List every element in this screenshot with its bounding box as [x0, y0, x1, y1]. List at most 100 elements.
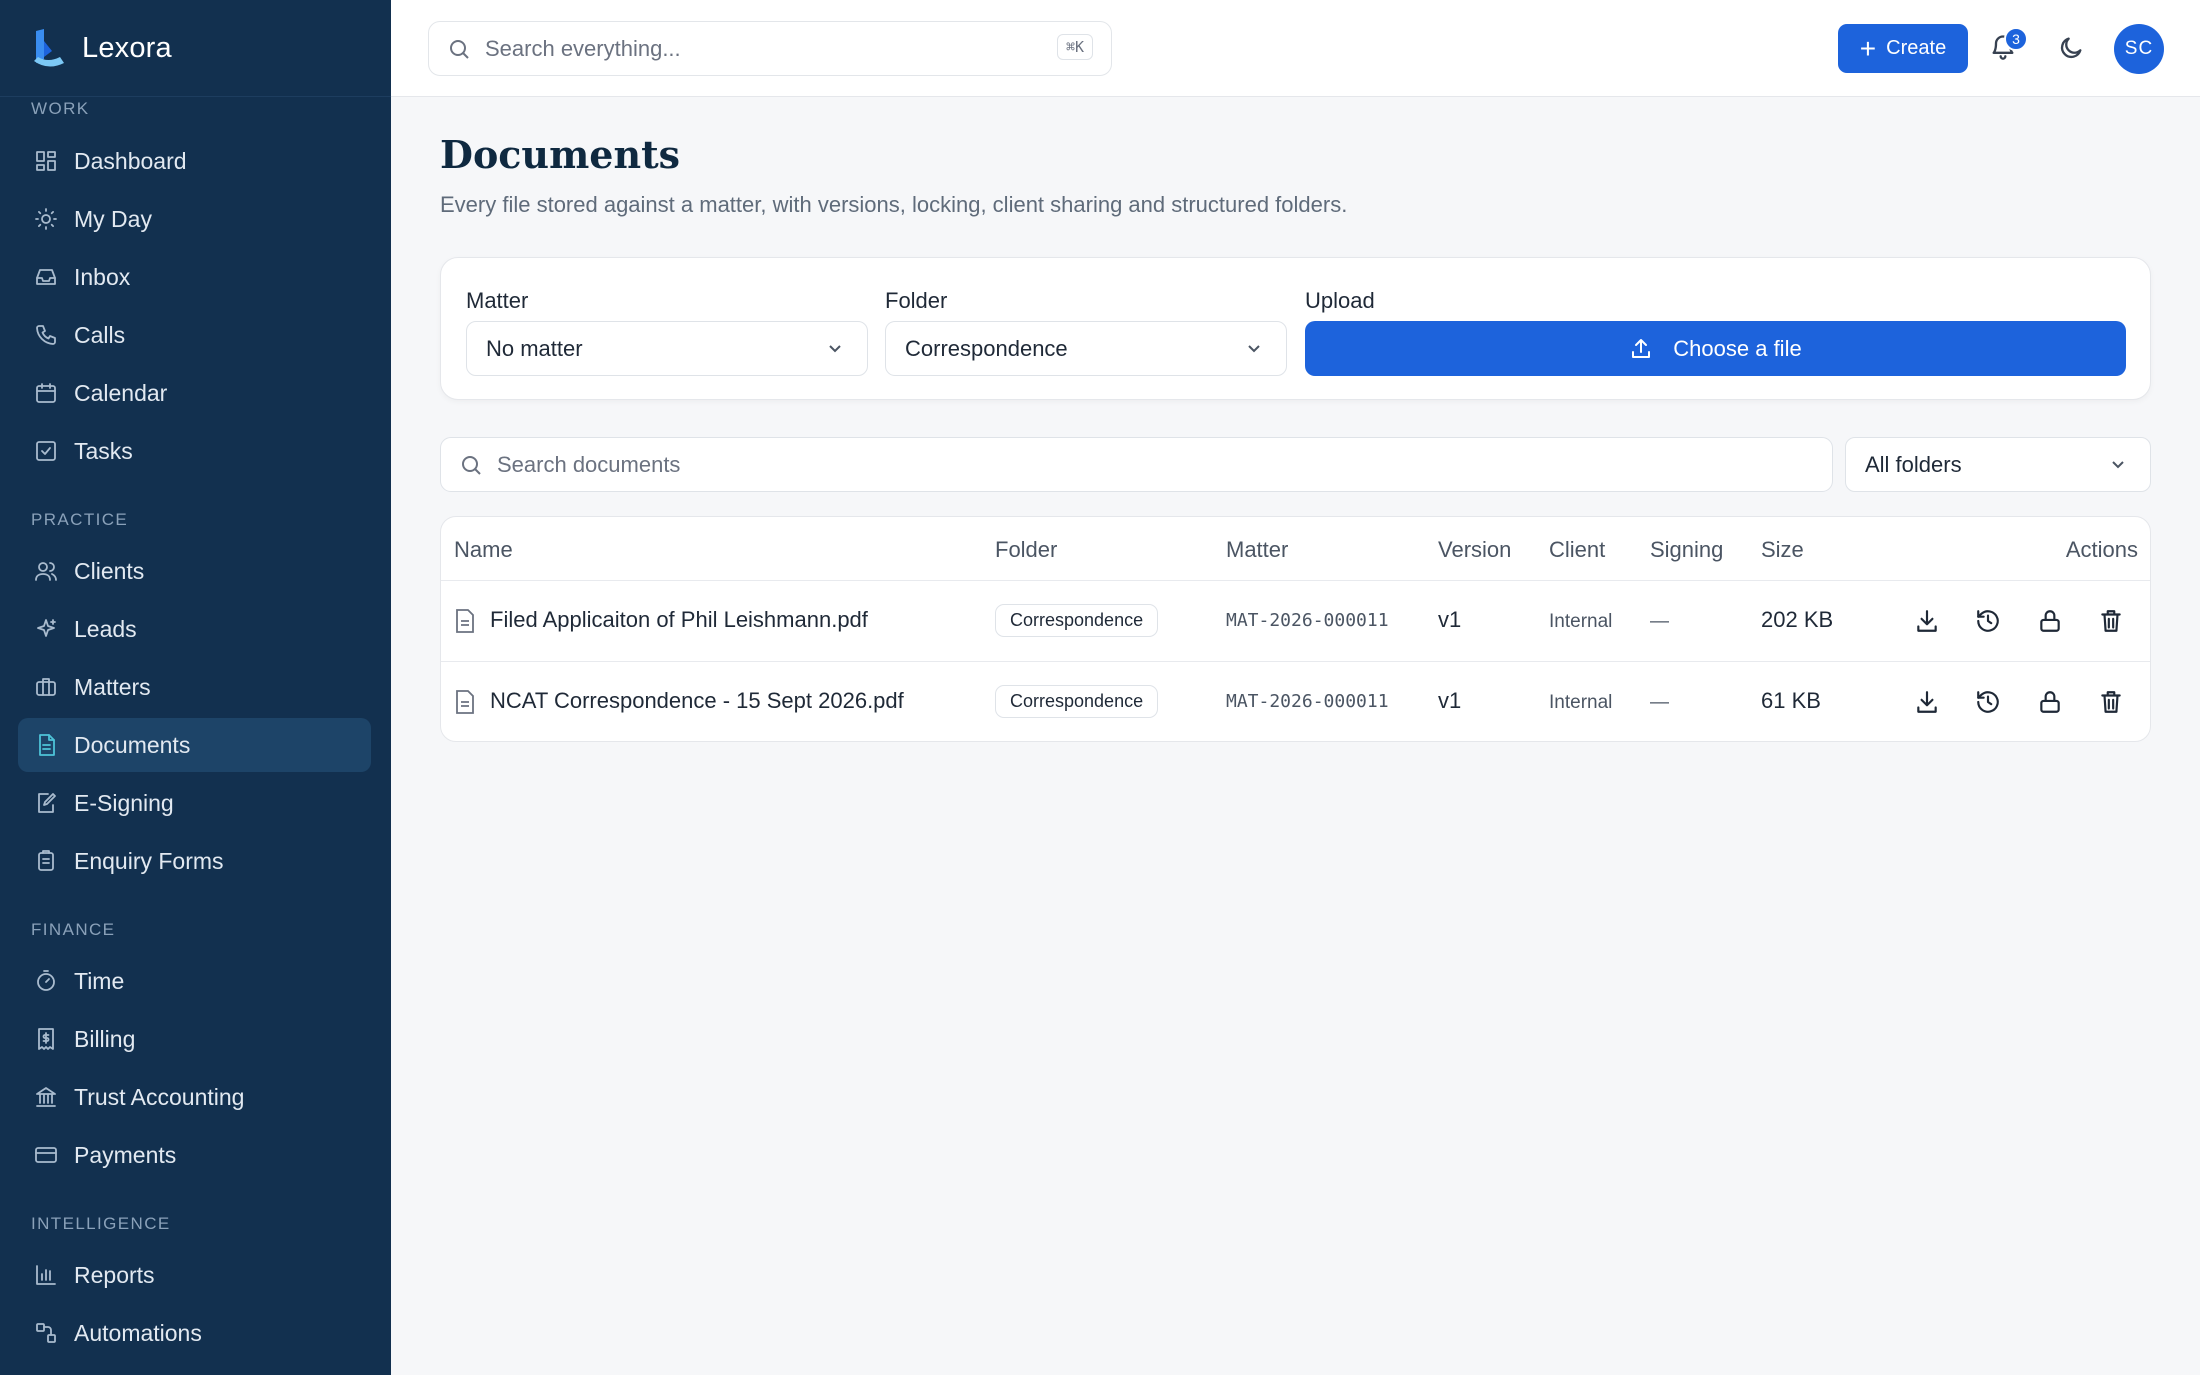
bar-chart-icon	[34, 1263, 58, 1287]
sidebar-item-label: Dashboard	[74, 147, 187, 174]
folder-select[interactable]: Correspondence	[885, 321, 1287, 376]
app-name: Lexora	[82, 31, 172, 64]
create-button-label: Create	[1886, 37, 1947, 59]
global-search-placeholder: Search everything...	[485, 35, 681, 61]
column-header-size[interactable]: Size	[1761, 537, 1804, 563]
checkbox-icon	[34, 439, 58, 463]
search-icon	[450, 39, 469, 59]
file-icon	[455, 690, 475, 714]
history-icon[interactable]	[1975, 608, 2001, 634]
sidebar-item-calls[interactable]: Calls	[18, 308, 371, 362]
clipboard-icon	[34, 849, 58, 873]
version: v1	[1438, 607, 1462, 632]
timer-icon	[34, 969, 58, 993]
sidebar-item-label: Calendar	[74, 379, 168, 406]
trash-icon[interactable]	[2098, 689, 2124, 715]
user-avatar[interactable]: SC	[2114, 24, 2164, 74]
file-size: 61 KB	[1761, 688, 1821, 713]
sidebar-item-e-signing[interactable]: E-Signing	[18, 776, 371, 830]
pen-icon	[34, 791, 58, 815]
sidebar-item-dashboard[interactable]: Dashboard	[18, 134, 371, 188]
document-name[interactable]: NCAT Correspondence - 15 Sept 2026.pdf	[490, 688, 904, 714]
sidebar-item-label: Payments	[74, 1141, 177, 1168]
sidebar-item-payments[interactable]: Payments	[18, 1128, 371, 1182]
document-search-input[interactable]: Search documents	[440, 437, 1833, 492]
sidebar-item-automations[interactable]: Automations	[18, 1306, 371, 1360]
download-icon[interactable]	[1914, 608, 1940, 634]
folder-badge: Correspondence	[995, 685, 1159, 718]
column-header-folder[interactable]: Folder	[995, 537, 1057, 563]
moon-icon	[2060, 37, 2082, 59]
brand[interactable]: Lexora	[0, 0, 391, 97]
matter-label: Matter	[466, 288, 529, 313]
bank-icon	[34, 1085, 58, 1109]
sidebar-item-billing[interactable]: Billing	[18, 1012, 371, 1066]
topbar: Search everything... ⌘K + Create 3 SC	[391, 0, 2200, 97]
matter-select[interactable]: No matter	[466, 321, 868, 376]
sidebar: Lexora WORK Dashboard My Day Inbox Calls…	[0, 0, 391, 1375]
theme-toggle-button[interactable]	[2057, 34, 2085, 62]
upload-panel: Matter No matter Folder Correspondence U…	[440, 257, 2151, 400]
sidebar-item-leads[interactable]: Leads	[18, 602, 371, 656]
section-label-finance: FINANCE	[31, 920, 116, 939]
sidebar-item-label: Matters	[74, 673, 151, 700]
table-row[interactable]: Filed Applicaiton of Phil Leishmann.pdf …	[441, 580, 2150, 661]
column-header-version[interactable]: Version	[1438, 537, 1511, 563]
choose-file-button[interactable]: Choose a file	[1305, 321, 2126, 376]
document-search-placeholder: Search documents	[497, 451, 681, 477]
sun-icon	[34, 207, 58, 231]
table-row[interactable]: NCAT Correspondence - 15 Sept 2026.pdf C…	[441, 661, 2150, 741]
sidebar-item-label: Clients	[74, 557, 145, 584]
sidebar-item-label: Automations	[74, 1319, 202, 1346]
sidebar-item-clients[interactable]: Clients	[18, 544, 371, 598]
users-icon	[34, 559, 58, 583]
history-icon[interactable]	[1975, 689, 2001, 715]
notification-count-badge: 3	[2004, 27, 2028, 51]
lock-icon[interactable]	[2037, 689, 2063, 715]
inbox-icon	[34, 265, 58, 289]
sidebar-item-my-day[interactable]: My Day	[18, 192, 371, 246]
sidebar-item-label: My Day	[74, 205, 152, 232]
sidebar-item-time[interactable]: Time	[18, 954, 371, 1008]
sidebar-item-label: E-Signing	[74, 789, 174, 816]
signing-status: —	[1650, 611, 1669, 632]
sidebar-item-inbox[interactable]: Inbox	[18, 250, 371, 304]
calendar-icon	[34, 381, 58, 405]
client-visibility: Internal	[1549, 611, 1613, 632]
column-header-signing[interactable]: Signing	[1650, 537, 1723, 563]
sidebar-item-label: Billing	[74, 1025, 136, 1052]
folder-badge: Correspondence	[995, 604, 1159, 637]
signing-status: —	[1650, 692, 1669, 713]
sidebar-item-documents[interactable]: Documents	[18, 718, 371, 772]
sidebar-item-matters[interactable]: Matters	[18, 660, 371, 714]
download-icon[interactable]	[1914, 689, 1940, 715]
column-header-client[interactable]: Client	[1549, 537, 1605, 563]
sidebar-item-label: Enquiry Forms	[74, 847, 224, 874]
folder-filter-select[interactable]: All folders	[1845, 437, 2151, 492]
dashboard-icon	[34, 149, 58, 173]
chevron-down-icon	[825, 338, 845, 358]
client-visibility: Internal	[1549, 692, 1613, 713]
briefcase-icon	[34, 675, 58, 699]
global-search-input[interactable]: Search everything... ⌘K	[428, 21, 1112, 76]
sidebar-item-tasks[interactable]: Tasks	[18, 424, 371, 478]
document-name[interactable]: Filed Applicaiton of Phil Leishmann.pdf	[490, 607, 868, 633]
trash-icon[interactable]	[2098, 608, 2124, 634]
column-header-name[interactable]: Name	[454, 537, 513, 563]
column-header-actions: Actions	[2065, 537, 2138, 562]
sidebar-item-reports[interactable]: Reports	[18, 1248, 371, 1302]
lock-icon[interactable]	[2037, 608, 2063, 634]
column-header-matter[interactable]: Matter	[1226, 537, 1288, 563]
plus-icon: +	[1859, 32, 1877, 64]
sidebar-item-trust-accounting[interactable]: Trust Accounting	[18, 1070, 371, 1124]
search-icon	[462, 455, 481, 475]
upload-icon	[1632, 338, 1651, 358]
sidebar-item-enquiry-forms[interactable]: Enquiry Forms	[18, 834, 371, 888]
lexora-logo-icon	[34, 29, 64, 67]
sidebar-item-label: Time	[74, 967, 125, 994]
sidebar-item-calendar[interactable]: Calendar	[18, 366, 371, 420]
keyboard-shortcut-hint: ⌘K	[1056, 34, 1093, 60]
file-size: 202 KB	[1761, 607, 1834, 632]
create-button[interactable]: + Create	[1838, 24, 1968, 73]
page-title: Documents	[440, 132, 681, 177]
